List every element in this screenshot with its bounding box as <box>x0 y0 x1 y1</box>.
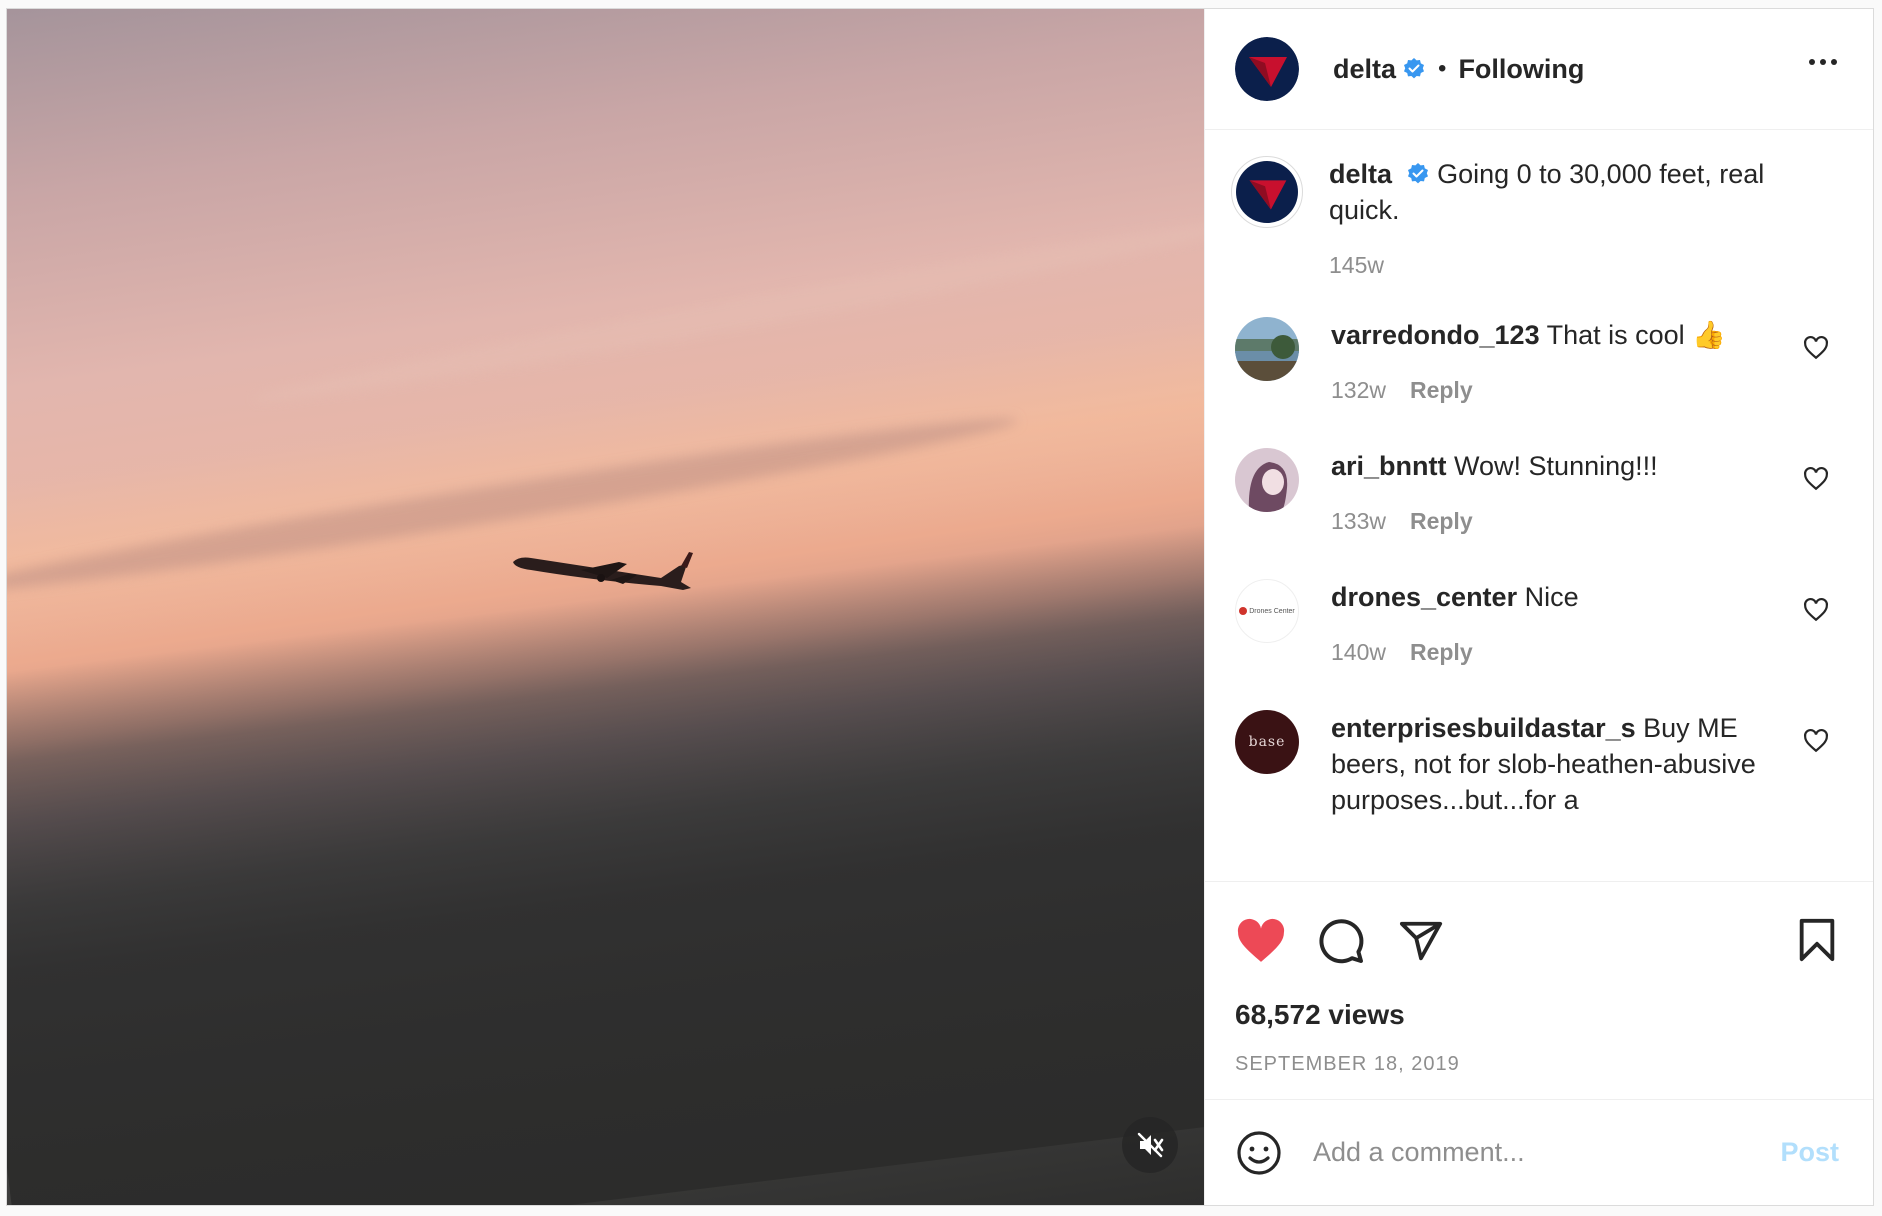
delta-logo-icon <box>1236 161 1298 223</box>
reply-button[interactable]: Reply <box>1410 639 1473 666</box>
comments-list[interactable]: delta Going 0 to 30,000 feet, real quick… <box>1205 130 1873 881</box>
caption-age[interactable]: 145w <box>1329 252 1384 279</box>
save-button[interactable] <box>1791 914 1843 966</box>
avatar-logo-text: base <box>1248 734 1286 750</box>
verified-badge-icon <box>1407 163 1428 184</box>
heart-outline-icon[interactable] <box>1803 728 1829 754</box>
post-date[interactable]: SEPTEMBER 18, 2019 <box>1235 1053 1843 1076</box>
comment-username[interactable]: drones_center <box>1331 582 1517 612</box>
comment-username[interactable]: varredondo_123 <box>1331 320 1540 350</box>
delta-logo-icon <box>1235 37 1299 101</box>
paper-plane-icon <box>1399 921 1443 960</box>
comment-username[interactable]: ari_bnntt <box>1331 451 1447 481</box>
post-dialog: delta • Following delta Going 0 to 30,00… <box>6 8 1874 1206</box>
bookmark-icon <box>1799 918 1835 962</box>
comment-item: Drones Center drones_center Nice 140w Re… <box>1231 579 1847 666</box>
speaker-muted-icon <box>1137 1132 1164 1158</box>
comment-text: Nice <box>1524 582 1579 612</box>
comment-age[interactable]: 132w <box>1331 377 1386 404</box>
caption-text: Going 0 to 30,000 feet, real quick. <box>1329 159 1765 225</box>
avatar-illustration <box>1235 448 1299 512</box>
commenter-avatar[interactable]: Drones Center <box>1235 579 1299 643</box>
post-comment-button[interactable]: Post <box>1780 1137 1839 1168</box>
heart-filled-icon <box>1237 918 1285 962</box>
comment-button[interactable] <box>1315 915 1367 967</box>
comment-age[interactable]: 140w <box>1331 639 1386 666</box>
comment-text: That is cool 👍 <box>1546 320 1726 350</box>
following-button[interactable]: Following <box>1458 54 1584 85</box>
avatar-logo-text: Drones Center <box>1249 607 1295 615</box>
comment-item: varredondo_123 That is cool 👍 132w Reply <box>1231 317 1847 404</box>
caption-username[interactable]: delta <box>1329 159 1392 189</box>
comment-username[interactable]: enterprisesbuildastar_s <box>1331 713 1636 743</box>
separator-dot: • <box>1438 55 1447 82</box>
delta-avatar[interactable] <box>1235 37 1299 101</box>
reply-button[interactable]: Reply <box>1410 377 1473 404</box>
commenter-avatar[interactable]: base <box>1235 710 1299 774</box>
drones-center-logo-icon <box>1239 607 1248 615</box>
like-button[interactable] <box>1235 915 1287 967</box>
verified-badge-icon <box>1404 58 1425 79</box>
heart-outline-icon[interactable] <box>1803 335 1829 361</box>
more-options-icon[interactable] <box>1809 59 1837 65</box>
comment-item: base enterprisesbuildastar_s Buy ME beer… <box>1231 710 1847 818</box>
mute-toggle-button[interactable] <box>1122 1117 1178 1173</box>
post-header: delta • Following <box>1205 9 1873 130</box>
caption-avatar[interactable] <box>1231 156 1303 228</box>
share-button[interactable] <box>1395 915 1447 967</box>
heart-outline-icon[interactable] <box>1803 597 1829 623</box>
reply-button[interactable]: Reply <box>1410 508 1473 535</box>
post-caption: delta Going 0 to 30,000 feet, real quick… <box>1231 156 1847 279</box>
emoji-smiley-icon[interactable] <box>1235 1129 1283 1177</box>
commenter-avatar[interactable] <box>1235 317 1299 381</box>
heart-outline-icon[interactable] <box>1803 466 1829 492</box>
comment-text: Wow! Stunning!!! <box>1454 451 1658 481</box>
airplane-silhouette <box>513 552 693 590</box>
comment-input[interactable] <box>1313 1137 1733 1168</box>
comment-item: ari_bnntt Wow! Stunning!!! 133w Reply <box>1231 448 1847 535</box>
post-side-panel: delta • Following delta Going 0 to 30,00… <box>1204 9 1873 1205</box>
commenter-avatar[interactable] <box>1235 448 1299 512</box>
comment-age[interactable]: 133w <box>1331 508 1386 535</box>
post-actions-bar <box>1205 881 1873 999</box>
header-username[interactable]: delta <box>1333 54 1396 85</box>
view-count[interactable]: 68,572 views <box>1235 999 1843 1031</box>
avatar-photo-lake <box>1235 317 1299 381</box>
add-comment-bar: Post <box>1205 1099 1873 1205</box>
post-stats: 68,572 views SEPTEMBER 18, 2019 <box>1205 999 1873 1099</box>
post-video[interactable] <box>7 9 1204 1205</box>
comment-bubble-icon <box>1319 918 1364 963</box>
